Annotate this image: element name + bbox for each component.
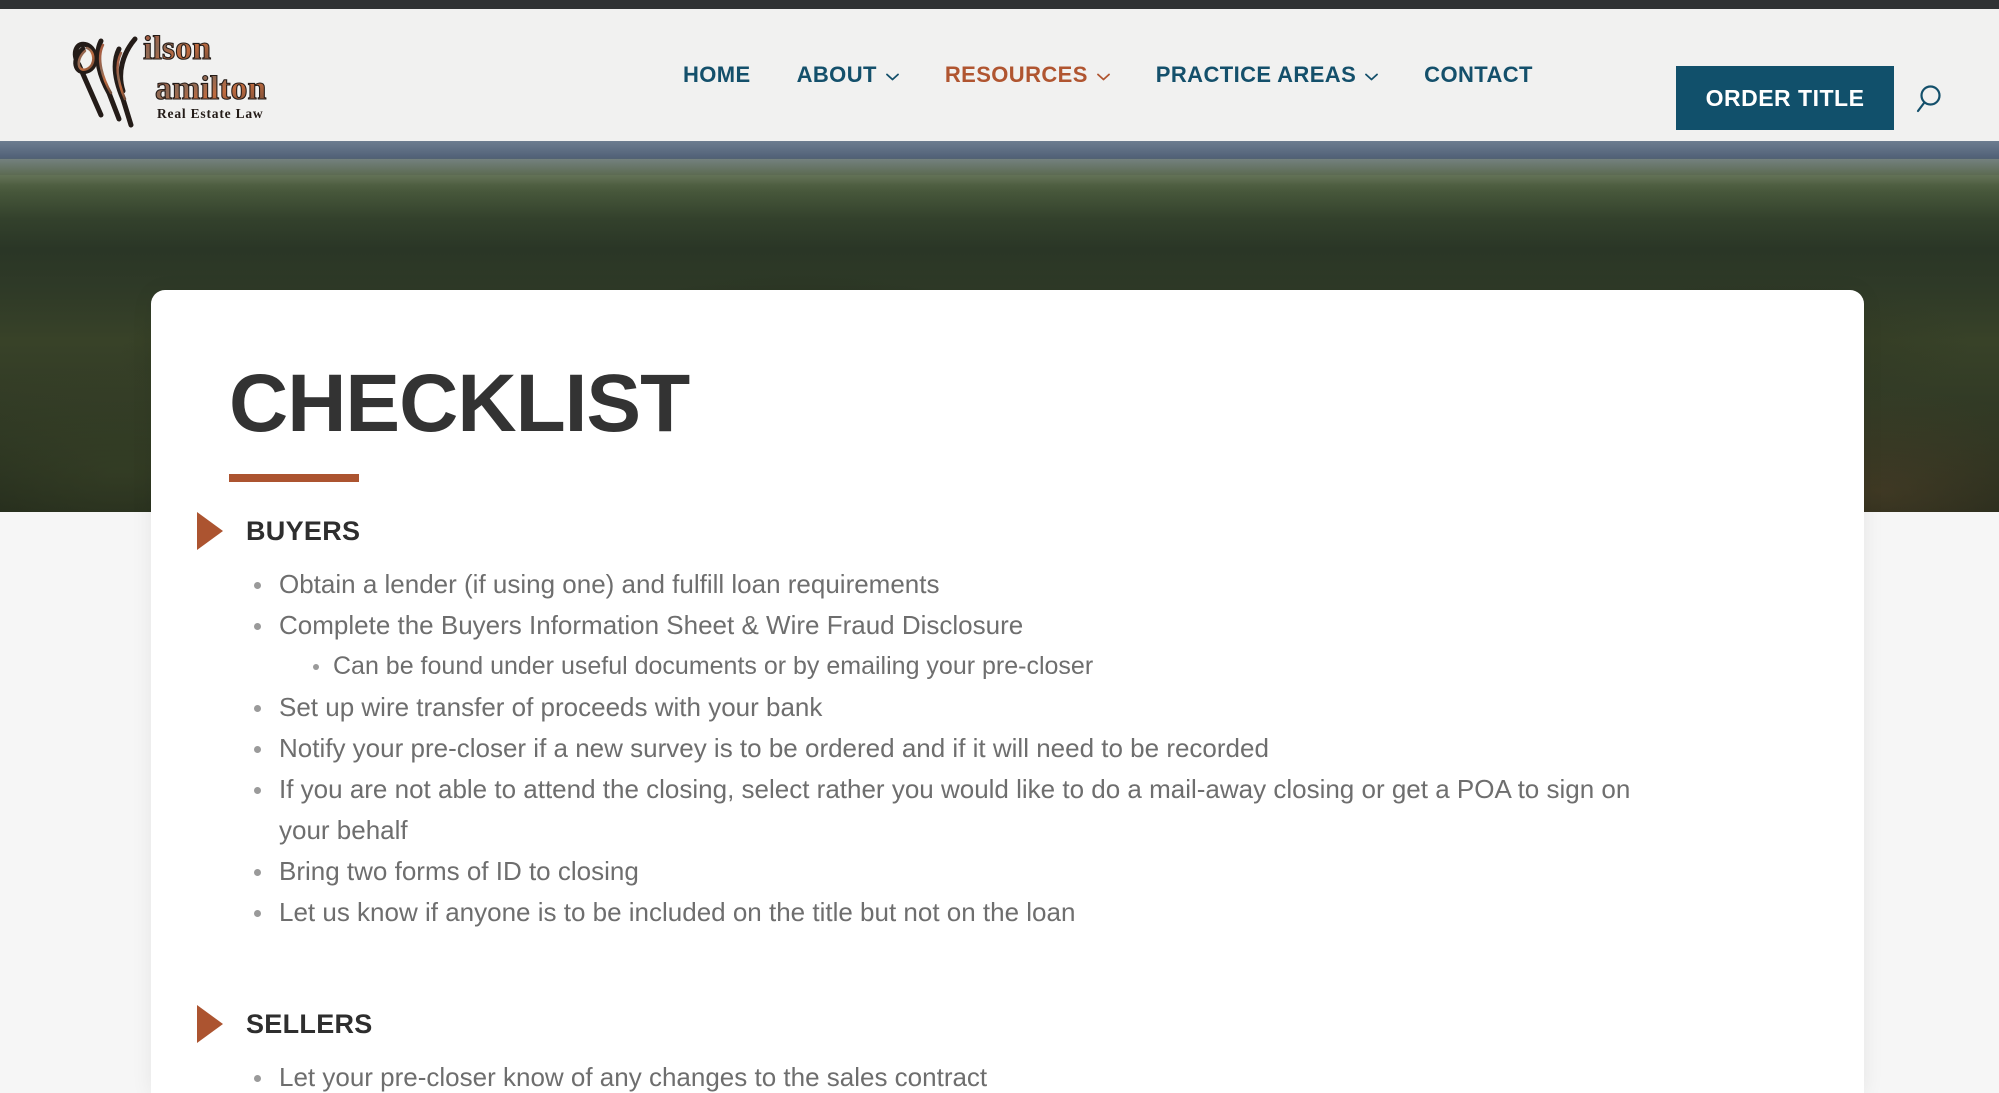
svg-text:amilton: amilton	[155, 70, 267, 107]
list-item-text: Complete the Buyers Information Sheet & …	[279, 610, 1024, 640]
list-item: Bring two forms of ID to closing	[246, 851, 1666, 892]
nav-label-practice-areas: PRACTICE AREAS	[1155, 62, 1357, 87]
nav-item-about[interactable]: ABOUT	[774, 62, 922, 88]
buyers-checklist-list: Obtain a lender (if using one) and fulfi…	[246, 564, 1864, 933]
sub-list: Can be found under useful documents or b…	[307, 646, 1666, 687]
checklist-section-sellers: SELLERS Let your pre-closer know of any …	[151, 1001, 1864, 1093]
sellers-checklist-list: Let your pre-closer know of any changes …	[246, 1057, 1864, 1093]
search-glass-glyph	[1916, 85, 1941, 113]
triangle-marker-icon	[197, 1005, 223, 1043]
logo-artwork: ilson amilton Real Estate Law	[72, 29, 267, 128]
page-title: CHECKLIST	[229, 358, 690, 449]
section-title-buyers: BUYERS	[246, 515, 361, 546]
list-item: Notify your pre-closer if a new survey i…	[246, 728, 1666, 769]
chevron-down-icon	[885, 73, 899, 81]
list-item-text: Obtain a lender (if using one) and fulfi…	[279, 569, 940, 599]
order-title-button[interactable]: ORDER TITLE	[1676, 66, 1894, 130]
nav-item-home[interactable]: HOME	[660, 62, 774, 88]
list-item: Let us know if anyone is to be included …	[246, 892, 1666, 933]
nav-label-home: HOME	[683, 62, 751, 87]
svg-text:ilson: ilson	[143, 30, 211, 67]
chevron-down-icon	[1365, 73, 1379, 81]
nav-item-practice-areas[interactable]: PRACTICE AREAS	[1133, 62, 1401, 88]
list-item-text: Let your pre-closer know of any changes …	[279, 1062, 988, 1092]
browser-chrome-strip	[0, 0, 1999, 9]
nav-label-contact: CONTACT	[1424, 62, 1533, 87]
list-item-text: Bring two forms of ID to closing	[279, 856, 639, 886]
search-icon[interactable]	[1914, 81, 1950, 117]
order-title-label: ORDER TITLE	[1705, 84, 1865, 111]
chevron-down-icon	[1096, 73, 1110, 81]
list-item-text: If you are not able to attend the closin…	[279, 774, 1631, 845]
svg-text:Real Estate Law: Real Estate Law	[157, 106, 264, 121]
nav-label-about: ABOUT	[796, 62, 877, 87]
sub-list-item: Can be found under useful documents or b…	[307, 646, 1666, 687]
list-item-text: Set up wire transfer of proceeds with yo…	[279, 692, 823, 722]
nav-label-resources: RESOURCES	[944, 62, 1088, 87]
list-item-text: Notify your pre-closer if a new survey i…	[279, 733, 1269, 763]
site-logo[interactable]: ilson amilton Real Estate Law	[57, 19, 289, 137]
title-accent-rule	[229, 474, 359, 482]
section-header: SELLERS	[197, 1001, 1864, 1047]
checklist-section-buyers: BUYERS Obtain a lender (if using one) an…	[151, 508, 1864, 933]
primary-navigation: HOME ABOUT RESOURCES PRACTICE AREAS CONT…	[660, 9, 1556, 141]
triangle-marker-icon	[197, 512, 223, 550]
list-item: Obtain a lender (if using one) and fulfi…	[246, 564, 1666, 605]
list-item-text: Let us know if anyone is to be included …	[279, 897, 1076, 927]
checklist-sections: BUYERS Obtain a lender (if using one) an…	[151, 508, 1864, 1093]
list-item: Set up wire transfer of proceeds with yo…	[246, 687, 1666, 728]
section-header: BUYERS	[197, 508, 1864, 554]
list-item: Let your pre-closer know of any changes …	[246, 1057, 1666, 1093]
list-item: Complete the Buyers Information Sheet & …	[246, 605, 1666, 687]
hero-midground-ridge	[0, 159, 1999, 185]
site-header: ilson amilton Real Estate Law HOME ABOUT…	[0, 9, 1999, 141]
section-title-sellers: SELLERS	[246, 1008, 373, 1039]
sub-list-item-text: Can be found under useful documents or b…	[333, 652, 1094, 680]
nav-item-contact[interactable]: CONTACT	[1401, 62, 1556, 88]
list-item: If you are not able to attend the closin…	[246, 769, 1666, 851]
checklist-content-card: CHECKLIST BUYERS Obtain a lender (if usi…	[151, 290, 1864, 1093]
nav-item-resources[interactable]: RESOURCES	[922, 62, 1133, 88]
